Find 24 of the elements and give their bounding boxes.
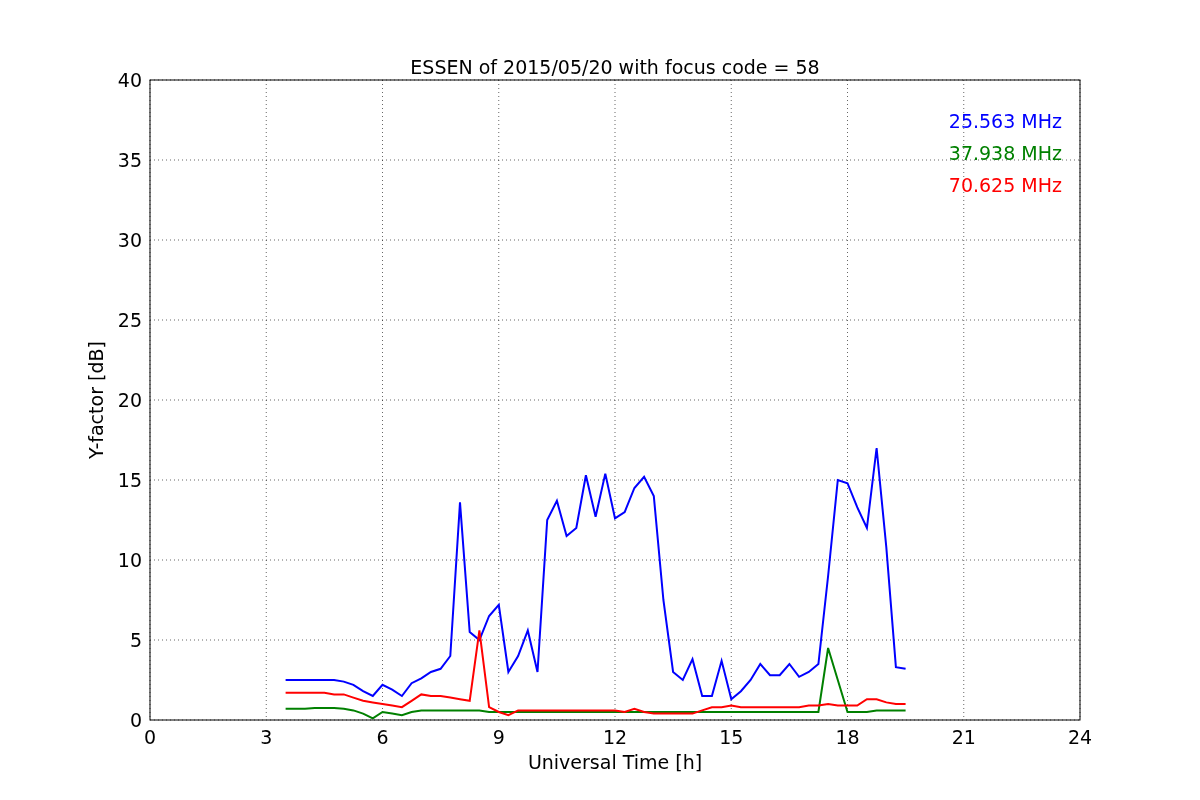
legend-label: 37.938 MHz — [948, 142, 1062, 164]
tick-label: 3 — [260, 726, 273, 748]
tick-label: 20 — [117, 389, 142, 411]
legend-label: 70.625 MHz — [948, 174, 1062, 196]
tick-label: 5 — [129, 629, 142, 651]
tick-label: 9 — [492, 726, 505, 748]
tick-label: 0 — [129, 709, 142, 731]
tick-label: 6 — [376, 726, 389, 748]
tick-label: 18 — [835, 726, 860, 748]
tick-label: 40 — [117, 69, 142, 91]
tick-label: 15 — [117, 469, 142, 491]
tick-label: 25 — [117, 309, 142, 331]
tick-label: 35 — [117, 149, 142, 171]
tick-label: 0 — [143, 726, 157, 748]
tick-label: 15 — [719, 726, 744, 748]
axis-title: Universal Time [h] — [527, 751, 703, 773]
tick-label: 24 — [1067, 726, 1093, 748]
tick-label: 12 — [602, 726, 628, 748]
tick-label: 30 — [117, 229, 142, 251]
axis-title: Y-factor [dB] — [85, 341, 107, 459]
chart-title: ESSEN of 2015/05/20 with focus code = 58 — [410, 56, 820, 78]
tick-label: 21 — [951, 726, 976, 748]
tick-label: 10 — [117, 549, 142, 571]
legend-label: 25.563 MHz — [948, 110, 1062, 132]
